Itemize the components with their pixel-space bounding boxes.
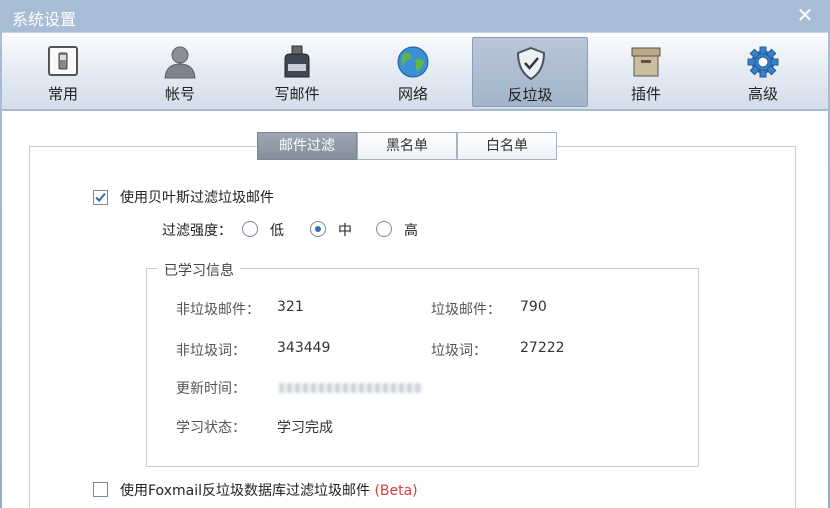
switch-icon	[48, 46, 78, 76]
toolbar-item-plugins[interactable]: 插件	[588, 37, 704, 107]
shield-icon	[516, 46, 546, 80]
toolbar-label: 帐号	[164, 85, 195, 103]
anti-spam-panel: 邮件过滤 黑名单 白名单 使用贝叶斯过滤垃圾邮件 过滤强度： 低 中 高 已学习…	[2, 111, 828, 508]
strength-medium-label: 中	[338, 223, 352, 239]
beta-badge: (Beta)	[374, 483, 418, 499]
tab-blacklist[interactable]: 黑名单	[357, 132, 457, 160]
strength-low-radio[interactable]	[242, 221, 258, 237]
learned-info-title: 已学习信息	[158, 260, 240, 280]
update-time-label: 更新时间：	[176, 381, 246, 397]
foxmail-db-label-text: 使用Foxmail反垃圾数据库过滤垃圾邮件	[120, 483, 370, 499]
close-button[interactable]: ✕	[794, 4, 816, 26]
settings-toolbar: 常用 帐号 写邮件 网络 反垃圾 插件 高级	[2, 32, 828, 110]
toolbar-label: 反垃圾	[507, 86, 553, 104]
settings-window: 系统设置 ✕ 常用 帐号 写邮件 网络 反垃圾 插件 高级 邮件过滤 黑名单 白…	[0, 0, 830, 508]
spam-mail-value: 790	[520, 299, 547, 315]
non-spam-words-value: 343449	[277, 340, 331, 356]
foxmail-db-checkbox[interactable]	[93, 482, 108, 497]
toolbar-label: 高级	[747, 85, 778, 103]
learning-status-label: 学习状态：	[176, 420, 246, 436]
strength-medium-radio[interactable]	[310, 221, 326, 237]
learned-info-group	[146, 268, 699, 467]
spam-words-value: 27222	[520, 340, 565, 356]
toolbar-label: 写邮件	[274, 85, 320, 103]
toolbar-label: 网络	[397, 85, 428, 103]
bayes-filter-label: 使用贝叶斯过滤垃圾邮件	[120, 190, 274, 206]
strength-low-label: 低	[270, 223, 284, 239]
toolbar-item-account[interactable]: 帐号	[122, 37, 238, 107]
strength-high-radio[interactable]	[376, 221, 392, 237]
bayes-filter-checkbox[interactable]	[93, 190, 108, 205]
toolbar-label: 常用	[47, 85, 78, 103]
foxmail-db-label: 使用Foxmail反垃圾数据库过滤垃圾邮件 (Beta)	[120, 480, 418, 500]
non-spam-mail-label: 非垃圾邮件：	[176, 302, 260, 318]
spam-words-label: 垃圾词：	[431, 343, 487, 359]
ink-bottle-icon	[284, 45, 310, 78]
globe-icon	[397, 46, 429, 78]
strength-high-label: 高	[404, 223, 418, 239]
user-icon	[164, 46, 196, 79]
toolbar-item-compose[interactable]: 写邮件	[239, 37, 355, 107]
spam-mail-label: 垃圾邮件：	[431, 302, 501, 318]
toolbar-item-advanced[interactable]: 高级	[705, 37, 821, 107]
box-icon	[631, 47, 661, 77]
filter-strength-label: 过滤强度：	[162, 223, 232, 239]
tab-whitelist[interactable]: 白名单	[457, 132, 557, 160]
radio-selected-dot	[315, 226, 321, 232]
title-bar: 系统设置 ✕	[0, 0, 830, 32]
update-time-value-obscured	[279, 383, 423, 393]
toolbar-item-general[interactable]: 常用	[5, 37, 121, 107]
toolbar-item-network[interactable]: 网络	[355, 37, 471, 107]
checkmark-icon	[95, 192, 106, 202]
toolbar-item-anti-spam[interactable]: 反垃圾	[472, 37, 588, 107]
toolbar-label: 插件	[630, 85, 661, 103]
non-spam-mail-value: 321	[277, 299, 304, 315]
tab-mail-filter[interactable]: 邮件过滤	[257, 132, 357, 160]
window-title: 系统设置	[12, 10, 77, 29]
gear-icon	[747, 46, 779, 78]
non-spam-words-label: 非垃圾词：	[176, 343, 246, 359]
learning-status-value: 学习完成	[277, 420, 333, 436]
